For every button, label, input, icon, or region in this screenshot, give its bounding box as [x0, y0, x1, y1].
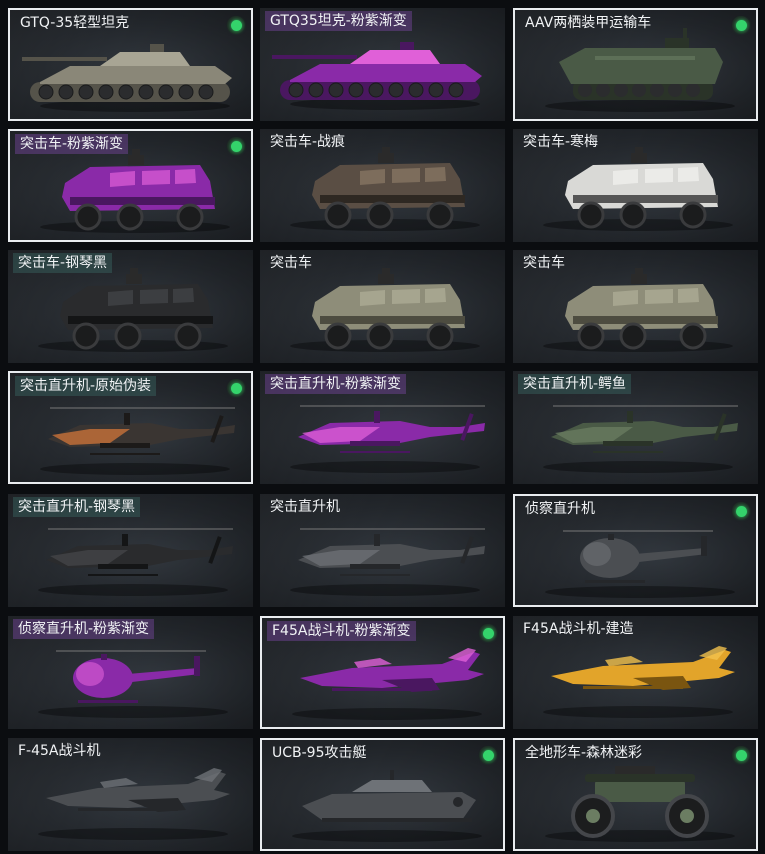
owned-indicator-icon	[479, 746, 497, 764]
vehicle-card[interactable]: 突击直升机-鳄鱼	[513, 371, 758, 484]
vehicle-card[interactable]: 突击车	[260, 250, 505, 363]
owned-indicator-icon	[732, 746, 750, 764]
vehicle-name: GTQ35坦克-粉紫渐变	[265, 11, 412, 31]
vehicle-name: F-45A战斗机	[18, 743, 101, 759]
vehicle-name: 突击车-钢琴黑	[13, 253, 113, 273]
owned-indicator-icon	[732, 16, 750, 34]
vehicle-card[interactable]: 突击车-寒梅	[513, 129, 758, 242]
vehicle-name: 突击车	[270, 255, 312, 271]
vehicle-card[interactable]: F45A战斗机-粉紫渐变	[260, 616, 505, 729]
vehicle-card[interactable]: 突击车-战痕	[260, 129, 505, 242]
vehicle-card[interactable]: 突击车-钢琴黑	[8, 250, 253, 363]
vehicle-name: 侦察直升机	[525, 501, 595, 517]
owned-indicator-icon	[479, 624, 497, 642]
vehicle-name: 突击车-寒梅	[523, 134, 599, 150]
vehicle-name: UCB-95攻击艇	[272, 745, 367, 761]
vehicle-card[interactable]: GTQ35坦克-粉紫渐变	[260, 8, 505, 121]
vehicle-card[interactable]: 全地形车-森林迷彩	[513, 738, 758, 851]
vehicle-name: 全地形车-森林迷彩	[525, 745, 643, 761]
vehicle-card[interactable]: 侦察直升机	[513, 494, 758, 607]
vehicle-card[interactable]: GTQ-35轻型坦克	[8, 8, 253, 121]
vehicle-name: AAV两栖装甲运输车	[525, 15, 652, 31]
vehicle-name: GTQ-35轻型坦克	[20, 15, 130, 31]
vehicle-name: F45A战斗机-粉紫渐变	[267, 621, 416, 641]
vehicle-card[interactable]: 突击直升机	[260, 494, 505, 607]
owned-indicator-icon	[227, 137, 245, 155]
vehicle-card[interactable]: 突击直升机-原始伪装	[8, 371, 253, 484]
vehicle-card[interactable]: 突击直升机-粉紫渐变	[260, 371, 505, 484]
vehicle-skin-grid: GTQ-35轻型坦克 GTQ35坦克-粉紫渐变 AAV两栖装甲运输车 突击车-粉…	[0, 0, 765, 854]
vehicle-name: 突击直升机-原始伪装	[15, 376, 157, 396]
owned-indicator-icon	[227, 16, 245, 34]
vehicle-card[interactable]: UCB-95攻击艇	[260, 738, 505, 851]
vehicle-card[interactable]: 突击直升机-钢琴黑	[8, 494, 253, 607]
vehicle-card[interactable]: F-45A战斗机	[8, 738, 253, 851]
vehicle-card[interactable]: AAV两栖装甲运输车	[513, 8, 758, 121]
vehicle-name: 突击车-战痕	[270, 134, 346, 150]
vehicle-card[interactable]: 侦察直升机-粉紫渐变	[8, 616, 253, 729]
vehicle-name: F45A战斗机-建造	[523, 621, 634, 637]
vehicle-name: 突击车-粉紫渐变	[15, 134, 129, 154]
vehicle-name: 突击直升机	[270, 499, 340, 515]
vehicle-name: 侦察直升机-粉紫渐变	[13, 619, 155, 639]
vehicle-card[interactable]: F45A战斗机-建造	[513, 616, 758, 729]
owned-indicator-icon	[732, 502, 750, 520]
owned-indicator-icon	[227, 379, 245, 397]
vehicle-card[interactable]: 突击车-粉紫渐变	[8, 129, 253, 242]
vehicle-name: 突击车	[523, 255, 565, 271]
vehicle-name: 突击直升机-鳄鱼	[518, 374, 632, 394]
vehicle-name: 突击直升机-钢琴黑	[13, 497, 141, 517]
vehicle-card[interactable]: 突击车	[513, 250, 758, 363]
vehicle-name: 突击直升机-粉紫渐变	[265, 374, 407, 394]
